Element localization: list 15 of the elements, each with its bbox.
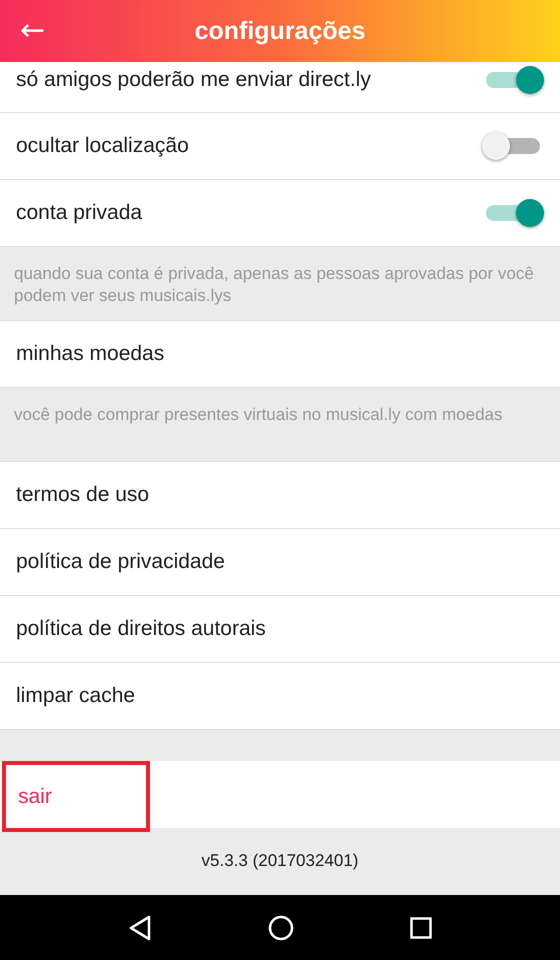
logout-button[interactable]: sair bbox=[2, 761, 150, 832]
version-label: v5.3.3 (2017032401) bbox=[200, 850, 360, 872]
setting-label: ocultar localização bbox=[16, 134, 189, 158]
recents-nav-icon[interactable] bbox=[410, 916, 432, 938]
settings-item[interactable]: limpar cache bbox=[0, 663, 560, 730]
setting-label: só amigos poderão me enviar direct.ly bbox=[16, 68, 371, 92]
back-nav-icon[interactable] bbox=[128, 914, 152, 940]
settings-item[interactable]: política de privacidade bbox=[0, 529, 560, 596]
settings-item[interactable]: termos de uso bbox=[0, 462, 560, 529]
home-nav-icon[interactable] bbox=[268, 914, 294, 940]
settings-item[interactable]: política de direitos autorais bbox=[0, 596, 560, 663]
screen-title: configurações bbox=[194, 16, 366, 46]
settings-item[interactable]: minhas moedas bbox=[0, 321, 560, 388]
back-button[interactable]: ← bbox=[14, 12, 52, 50]
setting-label: conta privada bbox=[16, 201, 142, 225]
